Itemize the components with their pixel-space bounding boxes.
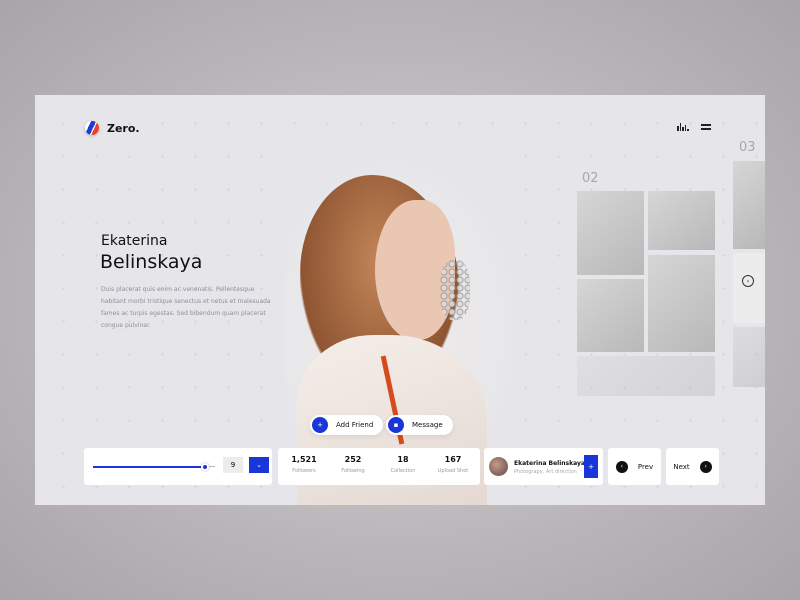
gallery-thumb[interactable] bbox=[733, 327, 765, 387]
gallery-thumb[interactable] bbox=[577, 191, 644, 275]
photo-sparkles bbox=[440, 260, 470, 320]
stat-upload-shot: 167 Upload Shot bbox=[423, 455, 483, 474]
message-button[interactable]: ▪ Message bbox=[386, 415, 453, 435]
first-name: Ekaterina bbox=[101, 233, 168, 249]
bar-chart-icon[interactable] bbox=[677, 123, 689, 131]
logo-mark-icon bbox=[85, 121, 99, 135]
user-name: Ekaterina Belinskaya bbox=[514, 460, 585, 467]
user-card: Ekaterina Belinskaya Photograpy, Art dir… bbox=[484, 448, 603, 485]
chevron-left-icon: ‹ bbox=[615, 460, 628, 473]
profile-description: Duis placerat quis enim ac venenatis. Pe… bbox=[101, 286, 271, 329]
follow-user-icon[interactable]: + bbox=[584, 455, 598, 478]
add-friend-button[interactable]: + Add Friend bbox=[310, 415, 384, 435]
gallery-thumb[interactable] bbox=[577, 279, 644, 352]
stats-panel: 1,521 Followers 252 Following 18 Collection… bbox=[278, 448, 480, 485]
gallery-thumb[interactable] bbox=[733, 253, 765, 323]
last-name: Belinskaya bbox=[100, 251, 203, 273]
chevron-right-icon: › bbox=[699, 460, 712, 473]
prev-label: Prev bbox=[637, 462, 654, 471]
chevron-down-icon[interactable]: ⌄ bbox=[249, 457, 269, 473]
gallery-thumb[interactable] bbox=[733, 161, 765, 249]
profile-card: Zero. Ekaterina Belinskaya Duis placerat… bbox=[35, 95, 765, 505]
gallery-label-03: 03 bbox=[739, 140, 756, 155]
slider-handle[interactable] bbox=[201, 463, 209, 471]
avatar[interactable] bbox=[489, 457, 508, 476]
slider-fill bbox=[93, 466, 207, 468]
slider-panel: 9 ⌄ bbox=[84, 448, 272, 485]
prev-button[interactable]: ‹ Prev bbox=[608, 448, 661, 485]
next-button[interactable]: Next › bbox=[666, 448, 719, 485]
next-label: Next bbox=[673, 462, 690, 471]
add-friend-label: Add Friend bbox=[336, 421, 374, 429]
user-role: Photograpy, Art direction bbox=[514, 469, 577, 475]
stat-value: 167 bbox=[444, 455, 462, 464]
logo[interactable]: Zero. bbox=[85, 121, 140, 135]
add-user-icon: + bbox=[312, 417, 328, 433]
slider-value[interactable]: 9 bbox=[223, 457, 243, 473]
stat-label: Upload Shot bbox=[437, 468, 469, 474]
gallery-thumb[interactable] bbox=[577, 356, 715, 396]
brand-name: Zero. bbox=[107, 121, 140, 135]
gallery-thumb[interactable] bbox=[648, 255, 715, 352]
gallery-label-02: 02 bbox=[582, 171, 599, 186]
message-label: Message bbox=[412, 421, 443, 429]
gallery-thumb[interactable] bbox=[648, 191, 715, 250]
menu-icon[interactable] bbox=[700, 124, 711, 130]
chat-icon: ▪ bbox=[388, 417, 404, 433]
gallery-next-icon[interactable]: › bbox=[742, 275, 754, 287]
